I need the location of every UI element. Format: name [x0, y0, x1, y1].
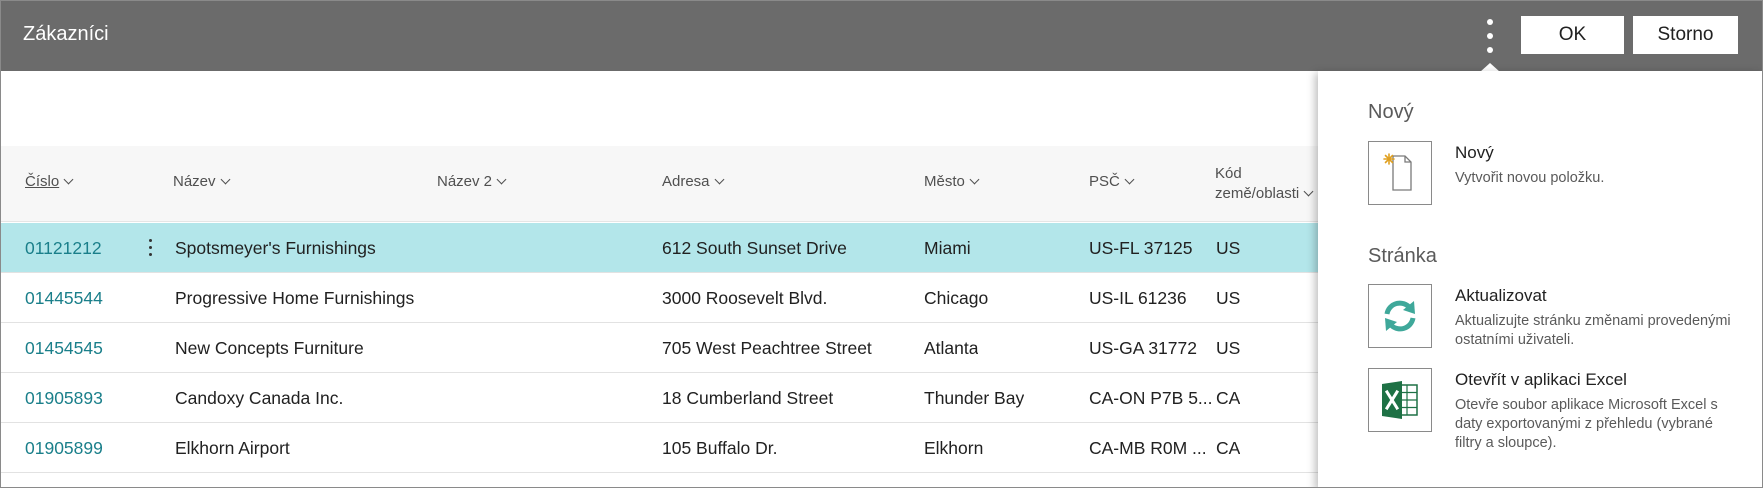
- cell-nazev: New Concepts Furniture: [175, 338, 364, 358]
- table-row[interactable]: 01121212 Spotsmeyer's Furnishings 612 So…: [1, 223, 1321, 273]
- cell-adresa: 18 Cumberland Street: [662, 388, 834, 408]
- excel-action-label: Otevřít v aplikaci Excel: [1455, 370, 1627, 389]
- chevron-down-icon: [1124, 174, 1135, 185]
- column-header-cislo[interactable]: Číslo: [25, 173, 74, 190]
- cell-adresa: 705 West Peachtree Street: [662, 338, 872, 358]
- cell-adresa: 3000 Roosevelt Blvd.: [662, 288, 828, 308]
- refresh-action-label: Aktualizovat: [1455, 286, 1547, 305]
- more-options-icon[interactable]: [1480, 15, 1500, 57]
- menu-section-new: Nový: [1368, 101, 1414, 123]
- table-row[interactable]: 01445544 Progressive Home Furnishings 30…: [1, 273, 1321, 323]
- cell-cislo[interactable]: 01905899: [25, 423, 103, 473]
- app-window: Zákazníci OK Storno Číslo Název Název 2 …: [0, 0, 1763, 488]
- excel-action-desc: Otevře soubor aplikace Microsoft Excel s…: [1455, 397, 1718, 451]
- cell-psc: CA-MB R0M ...: [1089, 438, 1207, 458]
- cell-mesto: Atlanta: [924, 338, 979, 358]
- row-more-icon[interactable]: [146, 237, 156, 259]
- page-title: Zákazníci: [23, 23, 109, 45]
- cell-cislo[interactable]: 01454545: [25, 323, 103, 373]
- cell-psc: US-IL 61236: [1089, 288, 1187, 308]
- cell-cislo[interactable]: 01905893: [25, 373, 103, 423]
- cell-kod: US: [1216, 338, 1241, 358]
- page-header: Zákazníci OK Storno: [1, 1, 1762, 71]
- cell-cislo[interactable]: 01121212: [25, 223, 102, 273]
- cell-adresa: 105 Buffalo Dr.: [662, 438, 778, 458]
- column-header-kod[interactable]: Kód země/oblasti: [1215, 164, 1314, 204]
- cancel-button[interactable]: Storno: [1633, 16, 1738, 54]
- refresh-action-desc: Aktualizujte stránku změnami provedenými…: [1455, 313, 1731, 348]
- chevron-down-icon: [63, 174, 74, 185]
- chevron-down-icon: [220, 174, 230, 185]
- table-row[interactable]: 01905893 Candoxy Canada Inc. 18 Cumberla…: [1, 373, 1321, 423]
- refresh-icon: [1368, 284, 1432, 348]
- cell-psc: CA-ON P7B 5...: [1089, 388, 1213, 408]
- ok-button[interactable]: OK: [1521, 16, 1624, 54]
- cell-kod: CA: [1216, 388, 1241, 408]
- chevron-down-icon: [496, 174, 507, 185]
- column-header-nazev2[interactable]: Název 2: [437, 173, 507, 190]
- actions-menu: Nový Nový Vytvořit novou položku. Stránk…: [1318, 71, 1762, 487]
- cell-mesto: Miami: [924, 238, 971, 258]
- column-header-psc[interactable]: PSČ: [1089, 173, 1135, 190]
- cell-mesto: Thunder Bay: [924, 388, 1025, 408]
- cell-nazev: Progressive Home Furnishings: [175, 288, 415, 308]
- cell-kod: US: [1216, 238, 1241, 258]
- chevron-down-icon: [714, 174, 724, 185]
- excel-icon: [1368, 368, 1432, 432]
- new-action-label: Nový: [1455, 143, 1494, 162]
- menu-section-page: Stránka: [1368, 245, 1437, 267]
- new-action-desc: Vytvořit novou položku.: [1455, 170, 1605, 186]
- cell-psc: US-GA 31772: [1089, 338, 1197, 358]
- chevron-down-icon: [1303, 186, 1314, 197]
- cell-nazev: Candoxy Canada Inc.: [175, 388, 344, 408]
- column-header-mesto[interactable]: Město: [924, 173, 980, 190]
- table-row[interactable]: 01905899 Elkhorn Airport 105 Buffalo Dr.…: [1, 423, 1321, 473]
- cell-psc: US-FL 37125: [1089, 238, 1193, 258]
- cell-kod: CA: [1216, 438, 1241, 458]
- excel-action[interactable]: Otevřít v aplikaci Excel Otevře soubor a…: [1368, 368, 1748, 451]
- chevron-down-icon: [969, 174, 980, 185]
- refresh-action[interactable]: Aktualizovat Aktualizujte stránku změnam…: [1368, 284, 1748, 348]
- cell-adresa: 612 South Sunset Drive: [662, 238, 847, 258]
- new-document-icon: [1368, 141, 1432, 205]
- cell-nazev: Spotsmeyer's Furnishings: [175, 238, 376, 258]
- cell-mesto: Elkhorn: [924, 438, 984, 458]
- column-header-nazev[interactable]: Název: [173, 173, 230, 190]
- cell-cislo[interactable]: 01445544: [25, 273, 103, 323]
- column-header-adresa[interactable]: Adresa: [662, 173, 724, 190]
- new-action[interactable]: Nový Vytvořit novou položku.: [1368, 141, 1748, 205]
- table-row[interactable]: 01454545 New Concepts Furniture 705 West…: [1, 323, 1321, 373]
- cell-kod: US: [1216, 288, 1241, 308]
- cell-nazev: Elkhorn Airport: [175, 438, 290, 458]
- cell-mesto: Chicago: [924, 288, 989, 308]
